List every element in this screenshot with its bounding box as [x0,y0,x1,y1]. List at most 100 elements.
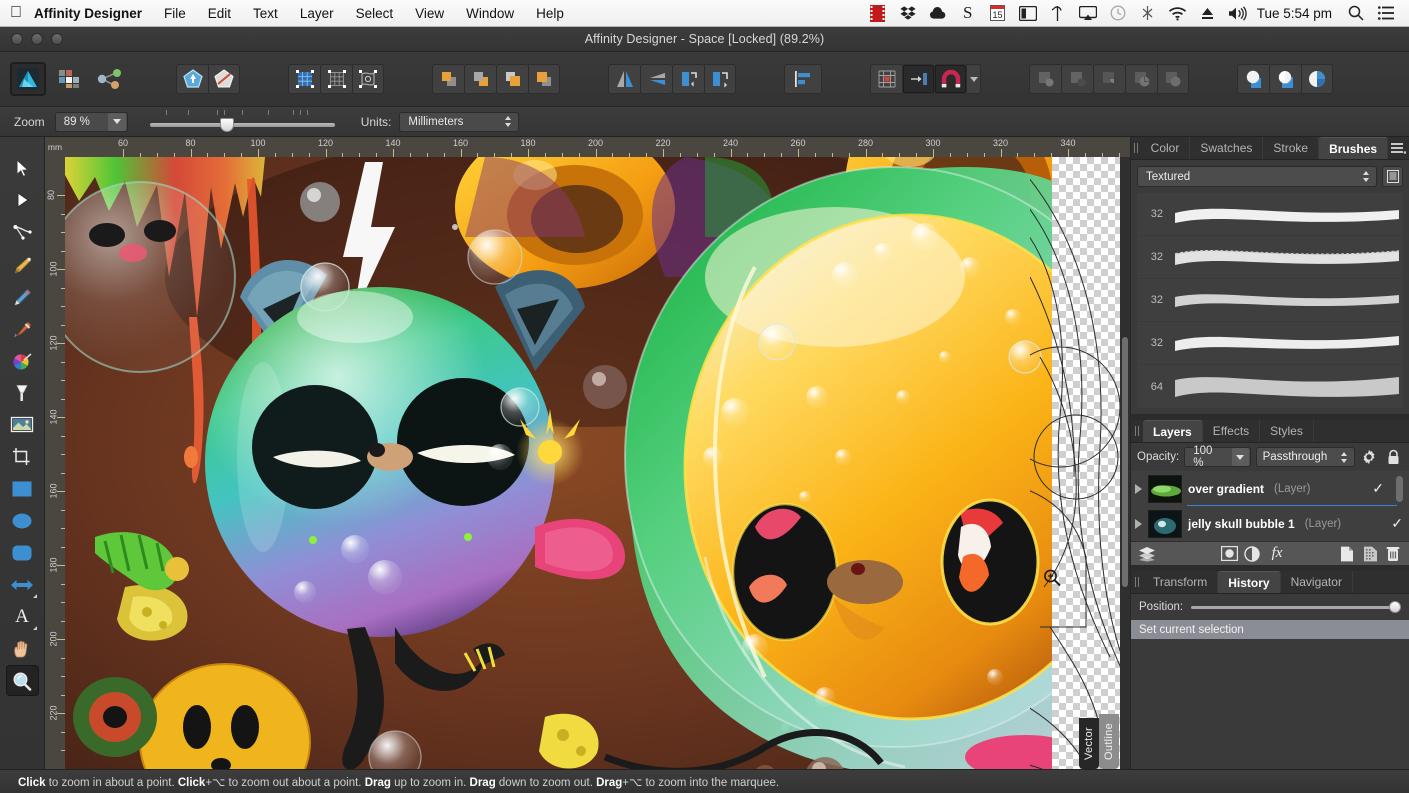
brush-item[interactable]: 32 [1137,322,1403,365]
mask-to-below-button[interactable] [1237,64,1269,94]
move-tool[interactable] [6,153,39,184]
brush-item[interactable]: 64 [1137,365,1403,408]
grid-blue-button[interactable] [288,64,320,94]
rectangle-tool[interactable] [6,473,39,504]
airplay-icon[interactable] [1073,0,1103,27]
apple-logo-icon[interactable]:  [0,5,26,21]
menu-layer[interactable]: Layer [289,0,345,27]
tab-stroke[interactable]: Stroke [1263,137,1319,159]
canvas-vertical-scrollbar[interactable] [1120,157,1130,769]
transform-tool[interactable] [6,569,39,600]
fx-icon[interactable]: fx [1265,544,1289,564]
menu-view[interactable]: View [404,0,455,27]
window-switcher-icon[interactable] [1013,0,1043,27]
search-icon[interactable] [1341,0,1371,27]
text-tool[interactable]: A [6,601,39,632]
snapping-magnet-button[interactable] [934,64,966,94]
opacity-combo[interactable]: 100 % [1184,447,1250,467]
pie-geometry-button[interactable] [1301,64,1333,94]
move-forward-button[interactable] [464,64,496,94]
blend-mode-select[interactable]: Passthrough [1256,447,1355,467]
crop-tool[interactable] [6,441,39,472]
history-position-slider[interactable] [1191,600,1401,614]
list-menu-icon[interactable] [1371,0,1401,27]
menu-edit[interactable]: Edit [197,0,242,27]
color-picker-tool[interactable] [6,345,39,376]
intersect-button[interactable] [1093,64,1125,94]
menu-app-name[interactable]: Affinity Designer [26,0,153,27]
menu-file[interactable]: File [153,0,197,27]
mask-icon[interactable] [1219,544,1239,564]
corner-tool[interactable] [6,217,39,248]
brush-category-select[interactable]: Textured [1137,166,1377,187]
move-backward-button[interactable] [496,64,528,94]
menu-clock[interactable]: Tue 5:54 pm [1253,6,1341,21]
pen-tool[interactable] [6,249,39,280]
panel-menu-icon[interactable] [1388,137,1409,159]
expand-arrow-icon[interactable] [1135,484,1142,494]
link-icon[interactable] [1043,0,1073,27]
ellipse-tool[interactable] [6,505,39,536]
add-button[interactable] [1029,64,1061,94]
tab-navigator[interactable]: Navigator [1281,571,1353,593]
gear-icon[interactable] [1360,447,1379,467]
pixel-persona-button[interactable] [53,64,85,94]
flip-horizontal-button[interactable] [608,64,640,94]
move-to-front-button[interactable] [432,64,464,94]
vertical-ruler[interactable]: 80100120140160180200220 [45,137,65,769]
tab-history[interactable]: History [1218,571,1280,593]
brush-item[interactable]: 32 [1137,236,1403,279]
lock-icon[interactable] [1384,447,1403,467]
film-strip-icon[interactable] [863,0,893,27]
trash-icon[interactable] [1383,544,1403,564]
tab-layers[interactable]: Layers [1143,420,1203,442]
snap-to-guides-button[interactable] [902,64,934,94]
tab-styles[interactable]: Styles [1260,420,1314,442]
wifi-icon[interactable] [1163,0,1193,27]
tab-swatches[interactable]: Swatches [1190,137,1263,159]
zoom-combo[interactable]: 89 % [55,112,128,132]
expand-stroke-button[interactable] [176,64,208,94]
menu-select[interactable]: Select [345,0,405,27]
list-item[interactable]: Set current selection [1131,620,1409,639]
move-to-back-button[interactable] [528,64,560,94]
pencil-tool[interactable] [6,281,39,312]
zoom-dropdown-button[interactable] [108,113,126,131]
time-machine-icon[interactable] [1103,0,1133,27]
layers-scrollbar-thumb[interactable] [1396,476,1403,502]
export-persona-button[interactable] [92,64,128,94]
paint-brush-tool[interactable] [6,313,39,344]
brush-item[interactable]: 32 [1137,193,1403,236]
calendar-15-icon[interactable]: 15 [983,0,1013,27]
create-compound-button[interactable] [1269,64,1301,94]
zoom-slider-thumb[interactable] [220,118,234,132]
flip-vertical-button[interactable] [640,64,672,94]
blend-mode-stepper[interactable] [1336,448,1352,466]
eject-icon[interactable] [1193,0,1223,27]
layer-visibility-checkbox[interactable]: ✓ [1372,480,1384,497]
place-image-tool[interactable] [6,409,39,440]
scrollbar-thumb[interactable] [1122,337,1128,587]
tab-color[interactable]: Color [1141,137,1191,159]
expand-arrow-icon[interactable] [1135,519,1142,529]
snapping-options-button[interactable] [966,64,981,94]
show-grid-button[interactable] [870,64,902,94]
new-layer-icon[interactable] [1337,544,1357,564]
panel-drag-grip[interactable] [1131,137,1141,159]
history-slider-knob[interactable] [1389,601,1401,613]
layer-visibility-checkbox[interactable]: ✓ [1391,515,1403,532]
designer-persona-button[interactable] [10,62,46,96]
zoom-slider[interactable] [150,109,335,135]
vector-view-tab[interactable]: Vector [1079,718,1099,769]
tab-transform[interactable]: Transform [1143,571,1218,593]
cloud-icon[interactable] [923,0,953,27]
panel-drag-grip[interactable] [1131,571,1143,593]
brush-list-view-button[interactable] [1382,166,1403,187]
horizontal-ruler[interactable]: 6080100120140160180200220240260280300320… [45,137,1130,157]
units-stepper[interactable] [500,113,516,131]
table-row[interactable]: over gradient (Layer) ✓ [1131,471,1409,506]
brush-category-stepper[interactable] [1358,168,1374,186]
menu-help[interactable]: Help [525,0,575,27]
fill-tool[interactable] [6,377,39,408]
rotate-left-button[interactable] [672,64,704,94]
